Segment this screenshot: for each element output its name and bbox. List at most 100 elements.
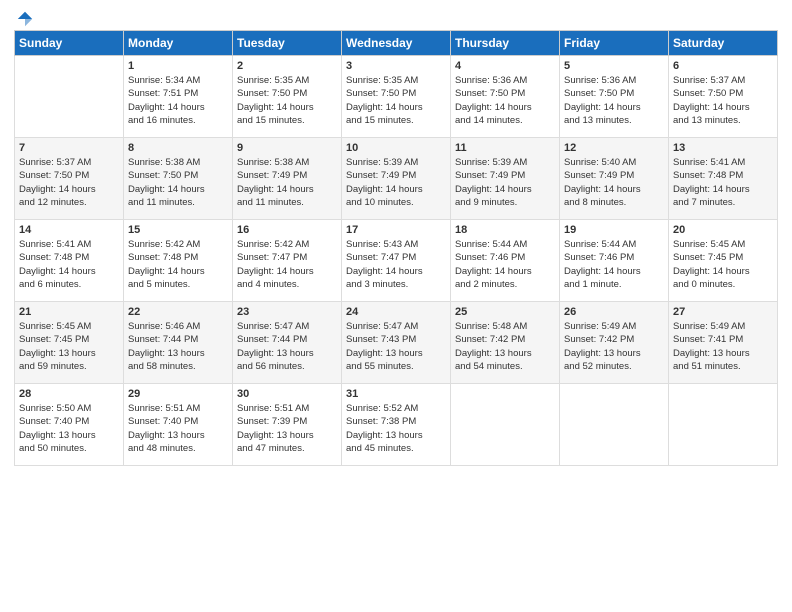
day-number: 3 <box>346 60 446 72</box>
day-number: 17 <box>346 224 446 236</box>
cell-info: Sunrise: 5:38 AM Sunset: 7:50 PM Dayligh… <box>128 156 228 209</box>
day-number: 14 <box>19 224 119 236</box>
cell-info: Sunrise: 5:36 AM Sunset: 7:50 PM Dayligh… <box>564 74 664 127</box>
calendar-cell: 21 Sunrise: 5:45 AM Sunset: 7:45 PM Dayli… <box>15 302 124 384</box>
cell-info: Sunrise: 5:41 AM Sunset: 7:48 PM Dayligh… <box>673 156 773 209</box>
day-number: 26 <box>564 306 664 318</box>
cell-info: Sunrise: 5:42 AM Sunset: 7:47 PM Dayligh… <box>237 238 337 291</box>
cell-info: Sunrise: 5:38 AM Sunset: 7:49 PM Dayligh… <box>237 156 337 209</box>
calendar-cell: 29 Sunrise: 5:51 AM Sunset: 7:40 PM Dayli… <box>124 384 233 466</box>
day-number: 4 <box>455 60 555 72</box>
calendar-cell: 28 Sunrise: 5:50 AM Sunset: 7:40 PM Dayli… <box>15 384 124 466</box>
day-number: 11 <box>455 142 555 154</box>
cell-info: Sunrise: 5:40 AM Sunset: 7:49 PM Dayligh… <box>564 156 664 209</box>
calendar-cell <box>451 384 560 466</box>
cell-info: Sunrise: 5:44 AM Sunset: 7:46 PM Dayligh… <box>455 238 555 291</box>
calendar-cell: 3 Sunrise: 5:35 AM Sunset: 7:50 PM Daylig… <box>342 56 451 138</box>
cell-info: Sunrise: 5:44 AM Sunset: 7:46 PM Dayligh… <box>564 238 664 291</box>
calendar-cell: 27 Sunrise: 5:49 AM Sunset: 7:41 PM Dayli… <box>669 302 778 384</box>
header-row: SundayMondayTuesdayWednesdayThursdayFrid… <box>15 31 778 56</box>
cell-info: Sunrise: 5:49 AM Sunset: 7:41 PM Dayligh… <box>673 320 773 373</box>
cell-info: Sunrise: 5:39 AM Sunset: 7:49 PM Dayligh… <box>455 156 555 209</box>
cell-info: Sunrise: 5:47 AM Sunset: 7:44 PM Dayligh… <box>237 320 337 373</box>
cell-info: Sunrise: 5:41 AM Sunset: 7:48 PM Dayligh… <box>19 238 119 291</box>
day-header-thursday: Thursday <box>451 31 560 56</box>
cell-info: Sunrise: 5:50 AM Sunset: 7:40 PM Dayligh… <box>19 402 119 455</box>
week-row-3: 14 Sunrise: 5:41 AM Sunset: 7:48 PM Dayli… <box>15 220 778 302</box>
calendar-cell: 26 Sunrise: 5:49 AM Sunset: 7:42 PM Dayli… <box>560 302 669 384</box>
day-number: 29 <box>128 388 228 400</box>
calendar-cell: 23 Sunrise: 5:47 AM Sunset: 7:44 PM Dayli… <box>233 302 342 384</box>
day-number: 31 <box>346 388 446 400</box>
day-number: 23 <box>237 306 337 318</box>
calendar-cell: 20 Sunrise: 5:45 AM Sunset: 7:45 PM Dayli… <box>669 220 778 302</box>
cell-info: Sunrise: 5:46 AM Sunset: 7:44 PM Dayligh… <box>128 320 228 373</box>
day-number: 8 <box>128 142 228 154</box>
cell-info: Sunrise: 5:35 AM Sunset: 7:50 PM Dayligh… <box>346 74 446 127</box>
calendar-cell: 16 Sunrise: 5:42 AM Sunset: 7:47 PM Dayli… <box>233 220 342 302</box>
week-row-2: 7 Sunrise: 5:37 AM Sunset: 7:50 PM Daylig… <box>15 138 778 220</box>
day-number: 5 <box>564 60 664 72</box>
calendar-cell: 31 Sunrise: 5:52 AM Sunset: 7:38 PM Dayli… <box>342 384 451 466</box>
week-row-1: 1Sunrise: 5:34 AM Sunset: 7:51 PM Daylig… <box>15 56 778 138</box>
cell-info: Sunrise: 5:45 AM Sunset: 7:45 PM Dayligh… <box>19 320 119 373</box>
calendar-cell: 14 Sunrise: 5:41 AM Sunset: 7:48 PM Dayli… <box>15 220 124 302</box>
day-number: 18 <box>455 224 555 236</box>
cell-info: Sunrise: 5:35 AM Sunset: 7:50 PM Dayligh… <box>237 74 337 127</box>
calendar-cell: 13 Sunrise: 5:41 AM Sunset: 7:48 PM Dayli… <box>669 138 778 220</box>
day-number: 30 <box>237 388 337 400</box>
day-number: 2 <box>237 60 337 72</box>
cell-info: Sunrise: 5:37 AM Sunset: 7:50 PM Dayligh… <box>19 156 119 209</box>
cell-info: Sunrise: 5:36 AM Sunset: 7:50 PM Dayligh… <box>455 74 555 127</box>
day-number: 24 <box>346 306 446 318</box>
calendar-cell: 19 Sunrise: 5:44 AM Sunset: 7:46 PM Dayli… <box>560 220 669 302</box>
day-number: 20 <box>673 224 773 236</box>
cell-info: Sunrise: 5:43 AM Sunset: 7:47 PM Dayligh… <box>346 238 446 291</box>
day-number: 7 <box>19 142 119 154</box>
calendar-table: SundayMondayTuesdayWednesdayThursdayFrid… <box>14 30 778 466</box>
cell-info: Sunrise: 5:42 AM Sunset: 7:48 PM Dayligh… <box>128 238 228 291</box>
calendar-cell: 30Sunrise: 5:51 AM Sunset: 7:39 PM Dayli… <box>233 384 342 466</box>
day-number: 22 <box>128 306 228 318</box>
header <box>14 10 778 24</box>
day-number: 21 <box>19 306 119 318</box>
day-number: 15 <box>128 224 228 236</box>
day-number: 10 <box>346 142 446 154</box>
calendar-cell: 5 Sunrise: 5:36 AM Sunset: 7:50 PM Daylig… <box>560 56 669 138</box>
cell-info: Sunrise: 5:52 AM Sunset: 7:38 PM Dayligh… <box>346 402 446 455</box>
day-header-monday: Monday <box>124 31 233 56</box>
cell-info: Sunrise: 5:47 AM Sunset: 7:43 PM Dayligh… <box>346 320 446 373</box>
day-number: 19 <box>564 224 664 236</box>
day-number: 27 <box>673 306 773 318</box>
day-number: 12 <box>564 142 664 154</box>
cell-info: Sunrise: 5:51 AM Sunset: 7:40 PM Dayligh… <box>128 402 228 455</box>
day-number: 16 <box>237 224 337 236</box>
week-row-5: 28 Sunrise: 5:50 AM Sunset: 7:40 PM Dayli… <box>15 384 778 466</box>
calendar-cell: 11 Sunrise: 5:39 AM Sunset: 7:49 PM Dayli… <box>451 138 560 220</box>
day-header-tuesday: Tuesday <box>233 31 342 56</box>
calendar-cell: 17 Sunrise: 5:43 AM Sunset: 7:47 PM Dayli… <box>342 220 451 302</box>
calendar-cell: 2 Sunrise: 5:35 AM Sunset: 7:50 PM Daylig… <box>233 56 342 138</box>
calendar-cell <box>560 384 669 466</box>
calendar-cell: 25Sunrise: 5:48 AM Sunset: 7:42 PM Dayli… <box>451 302 560 384</box>
cell-info: Sunrise: 5:34 AM Sunset: 7:51 PM Dayligh… <box>128 74 228 127</box>
cell-info: Sunrise: 5:45 AM Sunset: 7:45 PM Dayligh… <box>673 238 773 291</box>
cell-info: Sunrise: 5:39 AM Sunset: 7:49 PM Dayligh… <box>346 156 446 209</box>
calendar-cell: 15 Sunrise: 5:42 AM Sunset: 7:48 PM Dayli… <box>124 220 233 302</box>
calendar-cell: 4 Sunrise: 5:36 AM Sunset: 7:50 PM Daylig… <box>451 56 560 138</box>
calendar-cell <box>669 384 778 466</box>
day-number: 28 <box>19 388 119 400</box>
calendar-cell: 8 Sunrise: 5:38 AM Sunset: 7:50 PM Daylig… <box>124 138 233 220</box>
calendar-cell: 9 Sunrise: 5:38 AM Sunset: 7:49 PM Daylig… <box>233 138 342 220</box>
day-header-saturday: Saturday <box>669 31 778 56</box>
day-header-friday: Friday <box>560 31 669 56</box>
day-number: 13 <box>673 142 773 154</box>
calendar-cell: 22 Sunrise: 5:46 AM Sunset: 7:44 PM Dayli… <box>124 302 233 384</box>
day-header-sunday: Sunday <box>15 31 124 56</box>
cell-info: Sunrise: 5:49 AM Sunset: 7:42 PM Dayligh… <box>564 320 664 373</box>
day-number: 9 <box>237 142 337 154</box>
logo-icon <box>16 10 34 28</box>
calendar-cell <box>15 56 124 138</box>
calendar-cell: 24 Sunrise: 5:47 AM Sunset: 7:43 PM Dayli… <box>342 302 451 384</box>
day-header-wednesday: Wednesday <box>342 31 451 56</box>
